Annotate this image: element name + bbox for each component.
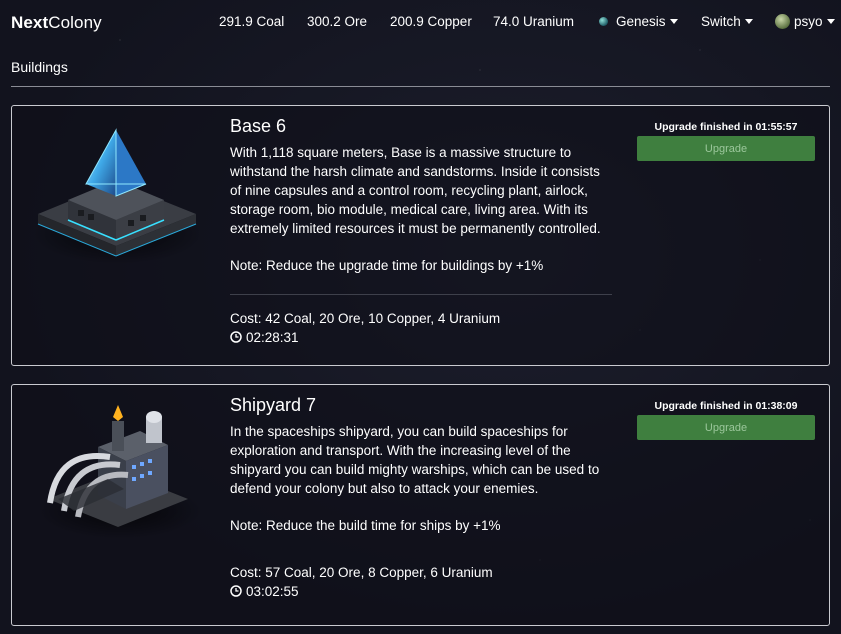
upgrade-status: Upgrade finished in 01:55:57 Upgrade [637,121,815,161]
page-title: Buildings [11,59,68,75]
build-time: 02:28:31 [230,328,612,347]
brand-bold: Next [11,13,49,32]
build-time: 03:02:55 [230,582,612,601]
building-title: Shipyard 7 [230,395,317,415]
building-note: Note: Reduce the build time for ships by… [230,518,501,533]
resource-copper: 200.9 Copper [390,14,472,29]
shipyard-building-illustration [28,399,203,544]
resource-coal: 291.9 Coal [219,14,285,29]
planet-label: Genesis [616,14,666,29]
chevron-down-icon [744,19,753,24]
brand-logo[interactable]: NextColony [11,13,102,33]
building-cost: Cost: 42 Coal, 20 Ore, 10 Copper, 4 Uran… [230,311,501,326]
clock-icon [230,331,242,343]
building-note: Note: Reduce the upgrade time for buildi… [230,258,544,273]
divider [230,294,612,295]
planet-icon [599,17,608,26]
resource-uranium: 74.0 Uranium [493,14,575,29]
clock-icon [230,585,242,597]
building-details: Base 6 With 1,118 square meters, Base is… [230,116,612,347]
building-description: In the spaceships shipyard, you can buil… [230,424,600,496]
build-time-value: 02:28:31 [246,330,299,345]
upgrade-status: Upgrade finished in 01:38:09 Upgrade [637,400,815,440]
build-time-value: 03:02:55 [246,584,299,599]
top-navbar: NextColony 291.9 Coal 300.2 Ore 200.9 Co… [0,0,841,44]
avatar [775,14,790,29]
building-title: Base 6 [230,116,287,136]
user-menu[interactable]: psyo [775,14,835,29]
building-details: Shipyard 7 In the spaceships shipyard, y… [230,395,612,601]
switch-dropdown[interactable]: Switch [701,14,753,29]
upgrade-button[interactable]: Upgrade [637,136,815,161]
user-name: psyo [794,14,823,29]
building-card-shipyard: Shipyard 7 In the spaceships shipyard, y… [11,384,830,626]
switch-label: Switch [701,14,741,29]
upgrade-status-text: Upgrade finished in 01:38:09 [654,400,798,412]
upgrade-status-text: Upgrade finished in 01:55:57 [654,121,798,133]
building-cost: Cost: 57 Coal, 20 Ore, 8 Copper, 6 Urani… [230,565,493,580]
building-card-base: Base 6 With 1,118 square meters, Base is… [11,105,830,366]
planet-dropdown[interactable]: Genesis [599,14,678,29]
resource-ore: 300.2 Ore [307,14,368,29]
upgrade-button[interactable]: Upgrade [637,415,815,440]
brand-light: Colony [48,13,102,32]
chevron-down-icon [669,19,678,24]
base-building-illustration [28,122,203,267]
chevron-down-icon [826,19,835,24]
divider [11,86,830,87]
building-description: With 1,118 square meters, Base is a mass… [230,145,601,236]
